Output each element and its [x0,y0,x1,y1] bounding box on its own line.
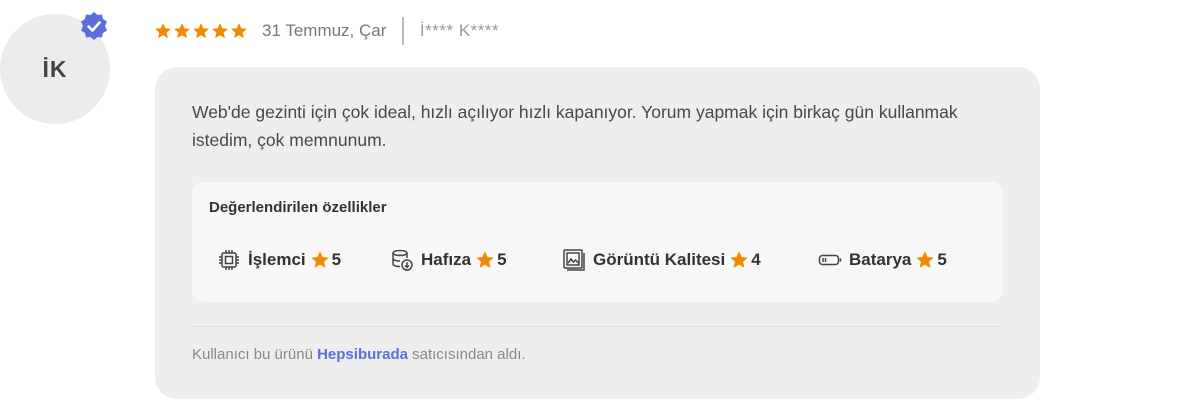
feature-label: Batarya [849,250,912,269]
storage-icon [392,249,413,271]
star-icon [476,251,494,268]
star-icon [174,23,190,39]
feature-score: 5 [937,250,947,269]
feature-score: 4 [751,250,761,269]
star-icon [310,251,329,268]
feature-label: İşlemci [248,250,306,269]
star-icon [231,23,247,39]
features-title: Değerlendirilen özellikler [209,199,387,216]
card-divider [192,326,1002,327]
reviewer-name: İ**** K**** [419,21,500,40]
image-quality-icon [563,249,585,271]
purchase-info: Kullanıcı bu ürünü Hepsiburada satıcısın… [192,346,526,363]
star-icon [212,23,228,39]
feature-score: 5 [331,250,342,269]
rating-stars [154,22,248,40]
battery-icon [818,254,842,266]
purchase-suffix: satıcısından aldı. [412,346,526,363]
feature-cpu: İşlemci 5 [217,247,341,273]
rated-features-panel: Değerlendirilen özellikler İşlemci 5 Haf… [192,182,1003,302]
feature-score: 5 [497,250,507,269]
seller-link[interactable]: Hepsiburada [317,346,408,363]
review-date: 31 Temmuz, Çar [262,21,387,40]
feature-image-quality: Görüntü Kalitesi 4 [562,247,761,273]
review-card: Web'de gezinti için çok ideal, hızlı açı… [155,67,1040,399]
star-icon [155,23,171,39]
verified-badge-icon [81,12,107,40]
star-icon [193,23,209,39]
star-icon [730,251,748,268]
header-divider [402,17,404,45]
reviewer-avatar-wrap: İK [0,12,112,126]
review-header: 31 Temmuz, Çar İ**** K**** [154,16,499,46]
feature-label: Görüntü Kalitesi [593,250,726,269]
purchase-prefix: Kullanıcı bu ürünü [192,346,313,363]
feature-battery: Batarya 5 [818,247,947,273]
feature-storage: Hafıza 5 [390,247,507,273]
star-icon [916,251,935,268]
review-text: Web'de gezinti için çok ideal, hızlı açı… [192,102,958,150]
cpu-icon [219,250,239,270]
feature-label: Hafıza [421,250,472,269]
